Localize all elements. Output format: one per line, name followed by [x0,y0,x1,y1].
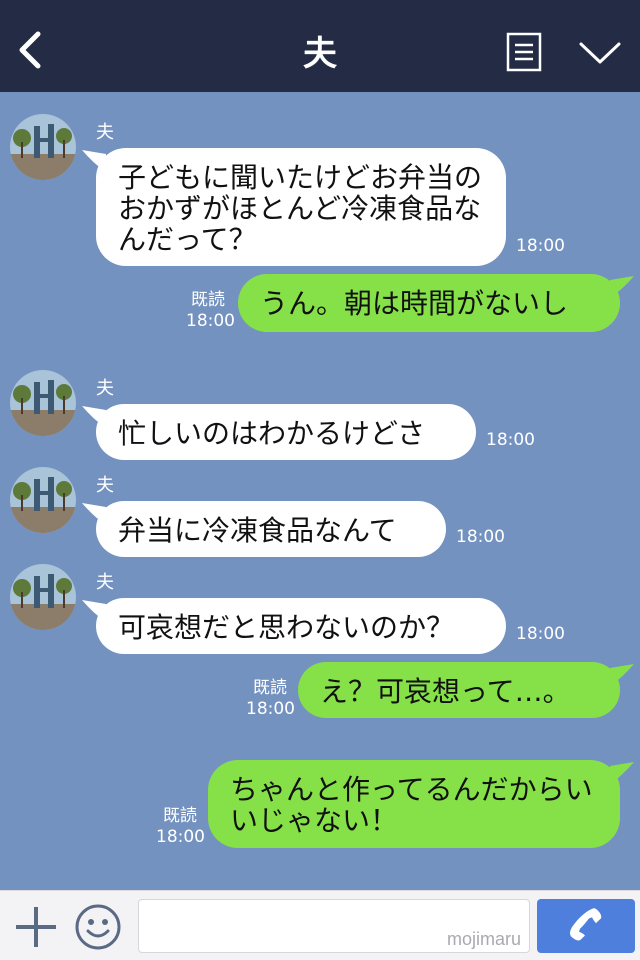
read-label: 既読 [191,290,225,310]
avatar-image [10,564,76,630]
avatar-image [10,467,76,533]
message-text: うん。朝は時間がないし [260,287,569,320]
sender-name: 夫 [96,122,114,143]
chevron-down-icon[interactable] [578,40,622,66]
message-bubble-outgoing[interactable]: え？可哀想って…。 [298,662,634,718]
chat-title: 夫 [303,34,337,74]
message-time: 18:00 [156,827,205,847]
chat-header: 夫 [0,0,640,92]
read-status: 既読 18:00 [246,678,295,720]
message-time: 18:00 [486,430,535,450]
avatar[interactable] [10,564,76,630]
bubble-tail [610,276,634,298]
bubble-tail [610,664,634,686]
message-bubble-incoming[interactable]: 子どもに聞いたけどお弁当のおかずがほとんど冷凍食品なんだって？ [82,148,506,266]
bubble-tail [610,762,634,784]
message-text: 忙しいのはわかるけどさ [118,417,426,450]
read-status: 既読 18:00 [156,806,205,848]
input-bar: mojimaru [0,890,640,960]
emoji-icon[interactable] [74,903,122,951]
watermark: mojimaru [446,929,521,949]
avatar-image [10,370,76,436]
bubble-tail [82,150,106,172]
message-bubble-incoming[interactable]: 可哀想だと思わないのか？ [82,598,506,654]
avatar[interactable] [10,467,76,533]
notes-icon[interactable] [506,32,542,72]
avatar[interactable] [10,114,76,180]
message-text: 弁当に冷凍食品なんて [118,514,397,547]
sender-name: 夫 [96,475,114,496]
bubble-tail [82,503,106,525]
message-time: 18:00 [246,699,295,719]
message-time: 18:00 [516,624,565,644]
message-text: 子どもに聞いたけどお弁当のおかずがほとんど冷凍食品なんだって？ [118,161,483,256]
bubble-tail [82,406,106,428]
message-time: 18:00 [516,236,565,256]
message-text: ちゃんと作ってるんだからいいじゃない！ [230,773,593,837]
message-bubble-outgoing[interactable]: うん。朝は時間がないし [238,274,634,332]
message-bubble-incoming[interactable]: 弁当に冷凍食品なんて [82,501,446,557]
call-button[interactable] [537,899,635,953]
message-input[interactable]: mojimaru [138,899,530,953]
read-label: 既読 [163,806,197,826]
message-text: え？可哀想って…。 [320,675,571,708]
bubble-tail [82,600,106,622]
message-time: 18:00 [456,527,505,547]
avatar[interactable] [10,370,76,436]
plus-icon[interactable] [14,905,58,949]
message-bubble-incoming[interactable]: 忙しいのはわかるけどさ [82,404,476,460]
phone-icon [570,908,602,941]
message-bubble-outgoing[interactable]: ちゃんと作ってるんだからいいじゃない！ [208,760,634,848]
message-text: 可哀想だと思わないのか？ [118,611,455,644]
sender-name: 夫 [96,378,114,399]
read-status: 既読 18:00 [186,290,235,332]
avatar-image [10,114,76,180]
read-label: 既読 [253,678,287,698]
sender-name: 夫 [96,572,114,593]
message-list[interactable]: 夫 子どもに聞いたけどお弁当のおかずがほとんど冷凍食品なんだって？ 18:00 … [0,92,640,890]
message-time: 18:00 [186,311,235,331]
